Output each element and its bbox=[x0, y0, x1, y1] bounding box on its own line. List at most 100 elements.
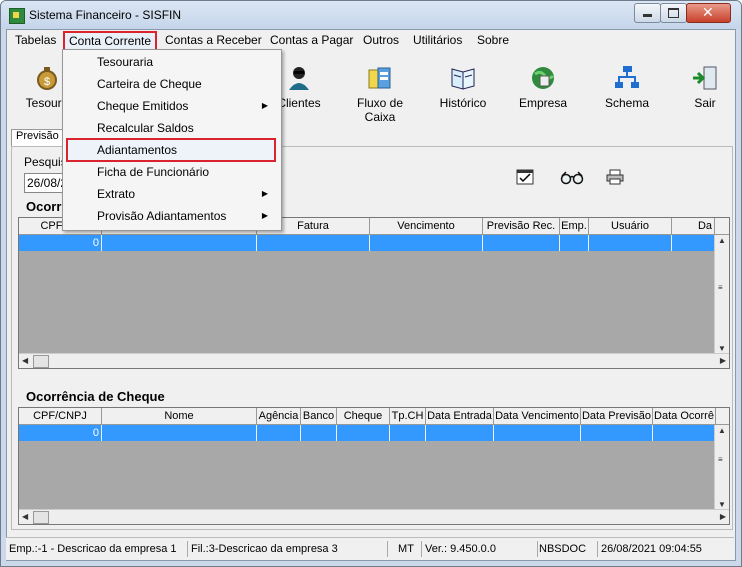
toolbar-fluxo-button[interactable]: Fluxo de Caixa bbox=[343, 64, 417, 124]
col-header[interactable]: Vencimento bbox=[370, 218, 483, 234]
scroll-down-icon[interactable]: ▼ bbox=[718, 344, 726, 353]
book-icon bbox=[451, 68, 475, 90]
menu-contas-a-pagar[interactable]: Contas a Pagar bbox=[270, 33, 353, 47]
scroll-thumb[interactable] bbox=[33, 511, 49, 524]
maximize-button[interactable] bbox=[660, 3, 687, 23]
scroll-up-icon[interactable]: ▲ bbox=[718, 236, 726, 245]
col-header[interactable]: Da bbox=[672, 218, 715, 234]
checklist-icon[interactable] bbox=[516, 169, 534, 185]
status-datetime: 26/08/2021 09:04:55 bbox=[601, 543, 702, 555]
window-title: Sistema Financeiro - SISFIN bbox=[29, 8, 182, 22]
toolbar-fluxo-label: Fluxo de Caixa bbox=[356, 96, 404, 124]
menu-outros[interactable]: Outros bbox=[363, 33, 399, 47]
menu-item-label: Cheque Emitidos bbox=[97, 99, 189, 113]
globe-icon bbox=[532, 67, 555, 89]
scroll-left-icon[interactable]: ◀ bbox=[22, 512, 28, 521]
menu-item-label: Ficha de Funcionário bbox=[97, 165, 210, 179]
submenu-arrow-icon: ▶ bbox=[261, 189, 268, 198]
table-cell bbox=[257, 425, 301, 441]
printer-icon[interactable] bbox=[606, 169, 624, 185]
app-icon bbox=[9, 8, 25, 24]
scroll-grip-icon: ≡ bbox=[718, 455, 723, 464]
glasses-icon[interactable] bbox=[560, 169, 584, 185]
menu-sobre[interactable]: Sobre bbox=[477, 33, 509, 47]
minimize-icon bbox=[643, 14, 652, 17]
person-icon bbox=[289, 67, 309, 90]
scroll-thumb[interactable] bbox=[33, 355, 49, 368]
scroll-down-icon[interactable]: ▼ bbox=[718, 500, 726, 509]
status-empresa: Emp.:-1 - Descricao da empresa 1 bbox=[6, 541, 188, 557]
toolbar-schema-button[interactable]: Schema bbox=[603, 64, 651, 110]
menu-item-provisao-adiantamentos[interactable]: Provisão Adiantamentos ▶ bbox=[64, 206, 278, 226]
status-filial: Fil.:3-Descricao da empresa 3 bbox=[188, 541, 388, 557]
menu-item-adiantamentos[interactable]: Adiantamentos bbox=[66, 138, 276, 162]
menu-item-tesouraria[interactable]: Tesouraria bbox=[64, 52, 278, 72]
menu-conta-corrente[interactable]: Conta Corrente bbox=[63, 31, 158, 51]
col-header[interactable]: Emp. bbox=[560, 218, 589, 234]
menu-item-label: Extrato bbox=[97, 187, 136, 201]
vertical-scrollbar[interactable]: ▲ ≡ ▼ bbox=[714, 235, 729, 354]
col-header[interactable]: Agência bbox=[257, 408, 301, 424]
status-bar: Emp.:-1 - Descricao da empresa 1 Fil.:3-… bbox=[6, 537, 734, 560]
table-cell bbox=[560, 235, 589, 251]
menu-item-extrato[interactable]: Extrato ▶ bbox=[64, 184, 278, 204]
table-cell bbox=[370, 235, 483, 251]
menu-contas-a-receber[interactable]: Contas a Receber bbox=[165, 33, 262, 47]
scroll-left-icon[interactable]: ◀ bbox=[22, 356, 28, 365]
col-header[interactable]: CPF/CNPJ bbox=[19, 408, 102, 424]
col-header[interactable]: Data Previsão bbox=[581, 408, 653, 424]
menu-tabelas[interactable]: Tabelas bbox=[15, 33, 56, 47]
table-row[interactable]: 0 bbox=[19, 235, 715, 251]
scroll-up-icon[interactable]: ▲ bbox=[718, 426, 726, 435]
grid-cheques: CPF/CNPJ Nome Agência Banco Cheque Tp.CH… bbox=[18, 407, 730, 525]
menu-item-ficha-de-funcionario[interactable]: Ficha de Funcionário bbox=[64, 162, 278, 182]
toolbar-sair-button[interactable]: Sair bbox=[687, 64, 723, 110]
col-header[interactable]: Cheque bbox=[337, 408, 390, 424]
menu-bar: Tabelas Conta Corrente Contas a Receber … bbox=[7, 30, 735, 51]
scroll-grip-icon: ≡ bbox=[718, 283, 723, 292]
cash-flow-icon bbox=[368, 67, 391, 89]
toolbar-empresa-button[interactable]: Empresa bbox=[519, 64, 567, 110]
horizontal-scrollbar[interactable]: ◀ ▶ bbox=[19, 509, 729, 524]
minimize-button[interactable] bbox=[634, 3, 661, 23]
toolbar-sair-label: Sair bbox=[694, 96, 716, 110]
vertical-scrollbar[interactable]: ▲ ≡ ▼ bbox=[714, 425, 729, 510]
table-row[interactable]: 0 bbox=[19, 425, 715, 441]
col-header[interactable]: Banco bbox=[301, 408, 337, 424]
table-cell bbox=[102, 425, 257, 441]
menu-item-cheque-emitidos[interactable]: Cheque Emitidos ▶ bbox=[64, 96, 278, 116]
col-header[interactable]: Nome bbox=[102, 408, 257, 424]
title-bar: Sistema Financeiro - SISFIN ✕ bbox=[1, 1, 741, 29]
menu-item-carteira-de-cheque[interactable]: Carteira de Cheque bbox=[64, 74, 278, 94]
close-icon: ✕ bbox=[702, 4, 714, 20]
col-header[interactable]: Data Ocorrê bbox=[653, 408, 716, 424]
table-cell bbox=[483, 235, 560, 251]
scroll-right-icon[interactable]: ▶ bbox=[720, 512, 726, 521]
col-header[interactable]: Previsão Rec. bbox=[483, 218, 560, 234]
toolbar-clientes-button[interactable]: Clientes bbox=[277, 64, 321, 110]
menu-item-recalcular-saldos[interactable]: Recalcular Saldos bbox=[64, 118, 278, 138]
status-modulo: NBSDOC bbox=[536, 541, 598, 557]
col-header[interactable]: Tp.CH bbox=[390, 408, 426, 424]
table-cell bbox=[426, 425, 494, 441]
table-cell bbox=[653, 425, 715, 441]
menu-item-label: Tesouraria bbox=[97, 55, 154, 69]
table-cell bbox=[337, 425, 390, 441]
submenu-arrow-icon: ▶ bbox=[261, 101, 268, 110]
col-header[interactable]: Data Vencimento bbox=[494, 408, 581, 424]
close-button[interactable]: ✕ bbox=[686, 3, 731, 23]
col-header[interactable]: Usuário bbox=[589, 218, 672, 234]
col-header[interactable]: Data Entrada bbox=[426, 408, 494, 424]
toolbar-clientes-label: Clientes bbox=[277, 96, 321, 110]
toolbar-historico-button[interactable]: Histórico bbox=[439, 64, 487, 110]
table-cell bbox=[589, 235, 672, 251]
menu-utilitarios[interactable]: Utilitários bbox=[413, 33, 462, 47]
scroll-right-icon[interactable]: ▶ bbox=[720, 356, 726, 365]
grid-ocorrencias: CPF / C Fatura Vencimento Previsão Rec. … bbox=[18, 217, 730, 369]
horizontal-scrollbar[interactable]: ◀ ▶ bbox=[19, 353, 729, 368]
table-cell bbox=[581, 425, 653, 441]
table-cell bbox=[494, 425, 581, 441]
menu-item-label: Recalcular Saldos bbox=[97, 121, 194, 135]
conta-corrente-dropdown-menu: Tesouraria Carteira de Cheque Cheque Emi… bbox=[62, 49, 282, 231]
menu-item-label: Carteira de Cheque bbox=[97, 77, 202, 91]
